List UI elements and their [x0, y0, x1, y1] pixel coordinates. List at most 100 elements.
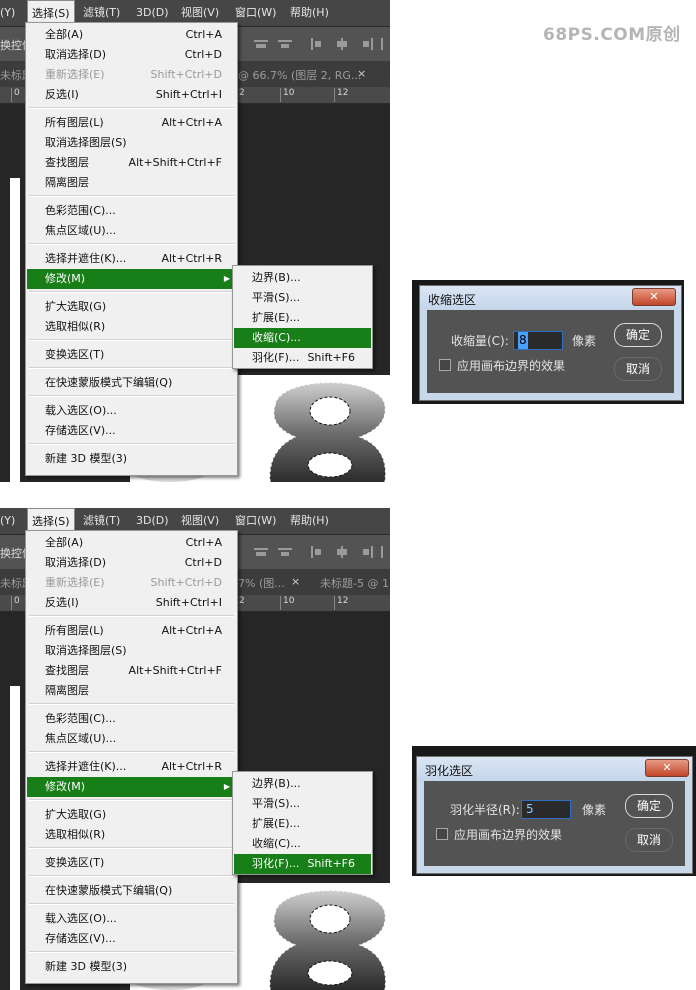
- menu-item-label: 隔离图层: [45, 684, 89, 697]
- tab-active-doc[interactable]: 7% (图...: [238, 575, 285, 591]
- submenu-item-expand[interactable]: 扩展(E)...: [234, 308, 371, 328]
- menu-item-color-range[interactable]: 色彩范围(C)...: [27, 709, 236, 729]
- menu-item-load-selection[interactable]: 载入选区(O)...: [27, 909, 236, 929]
- menu-separator: [29, 615, 234, 617]
- menu-item-modify[interactable]: 修改(M) ▶: [27, 269, 236, 289]
- menu-item-save-selection[interactable]: 存储选区(V)...: [27, 929, 236, 949]
- menu-item-select-all[interactable]: 全部(A) Ctrl+A: [27, 25, 236, 45]
- feather-radius-input[interactable]: 5: [521, 800, 571, 819]
- menu-item-new-3d-model[interactable]: 新建 3D 模型(3): [27, 957, 236, 977]
- menu-item-load-selection[interactable]: 载入选区(O)...: [27, 401, 236, 421]
- tab-close-icon[interactable]: ×: [291, 575, 300, 588]
- menu-item-quick-mask[interactable]: 在快速蒙版模式下编辑(Q): [27, 373, 236, 393]
- distribute-icon[interactable]: [380, 38, 390, 50]
- distribute-icon[interactable]: [310, 38, 324, 50]
- menu-item-grow[interactable]: 扩大选取(G): [27, 297, 236, 317]
- menu-help[interactable]: 帮助(H): [290, 0, 329, 26]
- menu-item-deselect[interactable]: 取消选择(D) Ctrl+D: [27, 45, 236, 65]
- menu-item-modify[interactable]: 修改(M) ▶: [27, 777, 236, 797]
- submenu-item-contract[interactable]: 收缩(C)...: [234, 328, 371, 348]
- submenu-item-expand[interactable]: 扩展(E)...: [234, 814, 371, 834]
- menu-item-grow[interactable]: 扩大选取(G): [27, 805, 236, 825]
- menu-item-find-layers[interactable]: 查找图层 Alt+Shift+Ctrl+F: [27, 661, 236, 681]
- align-icon[interactable]: [278, 546, 292, 558]
- submenu-item-border[interactable]: 边界(B)...: [234, 774, 371, 794]
- menu-window[interactable]: 窗口(W): [235, 0, 276, 26]
- menu-item-save-selection[interactable]: 存储选区(V)...: [27, 421, 236, 441]
- ok-button[interactable]: 确定: [614, 323, 662, 347]
- submenu-item-border[interactable]: 边界(B)...: [234, 268, 371, 288]
- submenu-item-contract[interactable]: 收缩(C)...: [234, 834, 371, 854]
- menu-item-deselect-layers[interactable]: 取消选择图层(S): [27, 133, 236, 153]
- menu-image[interactable]: (Y): [0, 0, 15, 26]
- cancel-button[interactable]: 取消: [625, 828, 673, 852]
- watermark: 68PS.COM原创: [543, 25, 681, 45]
- menu-item-quick-mask[interactable]: 在快速蒙版模式下编辑(Q): [27, 881, 236, 901]
- contract-selection-dialog: 收缩选区 ✕ 收缩量(C): 8 像素 确定 应用画布边界的效果 取消: [419, 285, 682, 401]
- menu-item-select-and-mask[interactable]: 选择并遮住(K)... Alt+Ctrl+R: [27, 249, 236, 269]
- submenu-item-feather[interactable]: 羽化(F)... Shift+F6: [234, 854, 371, 874]
- unit-label: 像素: [572, 334, 597, 348]
- tab-active-doc[interactable]: @ 66.7% (图层 2, RG...: [238, 67, 361, 83]
- menu-item-transform-selection[interactable]: 变换选区(T): [27, 345, 236, 365]
- menu-item-inverse[interactable]: 反选(I) Shift+Ctrl+I: [27, 85, 236, 105]
- menu-separator: [29, 799, 234, 801]
- menu-item-label: 新建 3D 模型(3): [45, 452, 128, 465]
- menu-item-focus-area[interactable]: 焦点区域(U)...: [27, 221, 236, 241]
- menu-item-label: 存储选区(V)...: [45, 932, 116, 945]
- menu-item-similar[interactable]: 选取相似(R): [27, 317, 236, 337]
- menu-item-reselect[interactable]: 重新选择(E) Shift+Ctrl+D: [27, 573, 236, 593]
- menu-item-reselect[interactable]: 重新选择(E) Shift+Ctrl+D: [27, 65, 236, 85]
- close-icon[interactable]: ✕: [632, 288, 676, 306]
- menu-item-label: 在快速蒙版模式下编辑(Q): [45, 884, 173, 897]
- menu-item-label: 所有图层(L): [45, 624, 104, 637]
- close-icon[interactable]: ✕: [645, 759, 689, 777]
- distribute-icon[interactable]: [335, 38, 349, 50]
- tab-untitled-5[interactable]: 未标题-5 @ 1(: [320, 575, 390, 591]
- menu-item-inverse[interactable]: 反选(I) Shift+Ctrl+I: [27, 593, 236, 613]
- menu-item-label: 修改(M): [45, 780, 86, 793]
- distribute-icon[interactable]: [335, 546, 349, 558]
- apply-canvas-bounds-checkbox[interactable]: [436, 828, 448, 840]
- apply-canvas-bounds-checkbox[interactable]: [439, 359, 451, 371]
- align-icon[interactable]: [254, 38, 268, 50]
- align-icon[interactable]: [254, 546, 268, 558]
- menu-item-label: 所有图层(L): [45, 116, 104, 129]
- submenu-item-smooth[interactable]: 平滑(S)...: [234, 794, 371, 814]
- distribute-icon[interactable]: [310, 546, 324, 558]
- menu-item-select-all[interactable]: 全部(A) Ctrl+A: [27, 533, 236, 553]
- menu-item-isolate-layers[interactable]: 隔离图层: [27, 681, 236, 701]
- menu-item-similar[interactable]: 选取相似(R): [27, 825, 236, 845]
- menu-item-new-3d-model[interactable]: 新建 3D 模型(3): [27, 449, 236, 469]
- tab-close-icon[interactable]: ×: [357, 67, 366, 80]
- contract-amount-input[interactable]: 8: [513, 331, 563, 350]
- menu-item-find-layers[interactable]: 查找图层 Alt+Shift+Ctrl+F: [27, 153, 236, 173]
- distribute-icon[interactable]: [380, 546, 390, 558]
- menu-item-select-and-mask[interactable]: 选择并遮住(K)... Alt+Ctrl+R: [27, 757, 236, 777]
- menu-item-label: 色彩范围(C)...: [45, 712, 116, 725]
- menu-item-label: 平滑(S)...: [252, 797, 301, 810]
- menu-separator: [29, 951, 234, 953]
- menu-item-isolate-layers[interactable]: 隔离图层: [27, 173, 236, 193]
- menu-item-deselect[interactable]: 取消选择(D) Ctrl+D: [27, 553, 236, 573]
- menu-item-label: 重新选择(E): [45, 68, 105, 81]
- ok-button[interactable]: 确定: [625, 794, 673, 818]
- distribute-icon[interactable]: [360, 38, 374, 50]
- menu-help[interactable]: 帮助(H): [290, 508, 329, 534]
- menu-item-transform-selection[interactable]: 变换选区(T): [27, 853, 236, 873]
- menu-item-label: 新建 3D 模型(3): [45, 960, 128, 973]
- menu-item-all-layers[interactable]: 所有图层(L) Alt+Ctrl+A: [27, 621, 236, 641]
- align-icon[interactable]: [278, 38, 292, 50]
- cancel-button[interactable]: 取消: [614, 357, 662, 381]
- menu-window[interactable]: 窗口(W): [235, 508, 276, 534]
- distribute-icon[interactable]: [360, 546, 374, 558]
- menu-item-deselect-layers[interactable]: 取消选择图层(S): [27, 641, 236, 661]
- menu-item-color-range[interactable]: 色彩范围(C)...: [27, 201, 236, 221]
- menu-item-focus-area[interactable]: 焦点区域(U)...: [27, 729, 236, 749]
- menu-item-all-layers[interactable]: 所有图层(L) Alt+Ctrl+A: [27, 113, 236, 133]
- menu-image[interactable]: (Y): [0, 508, 15, 534]
- submenu-item-smooth[interactable]: 平滑(S)...: [234, 288, 371, 308]
- submenu-arrow-icon: ▶: [223, 274, 230, 283]
- menu-item-label: 选择并遮住(K)...: [45, 252, 127, 265]
- submenu-item-feather[interactable]: 羽化(F)... Shift+F6: [234, 348, 371, 368]
